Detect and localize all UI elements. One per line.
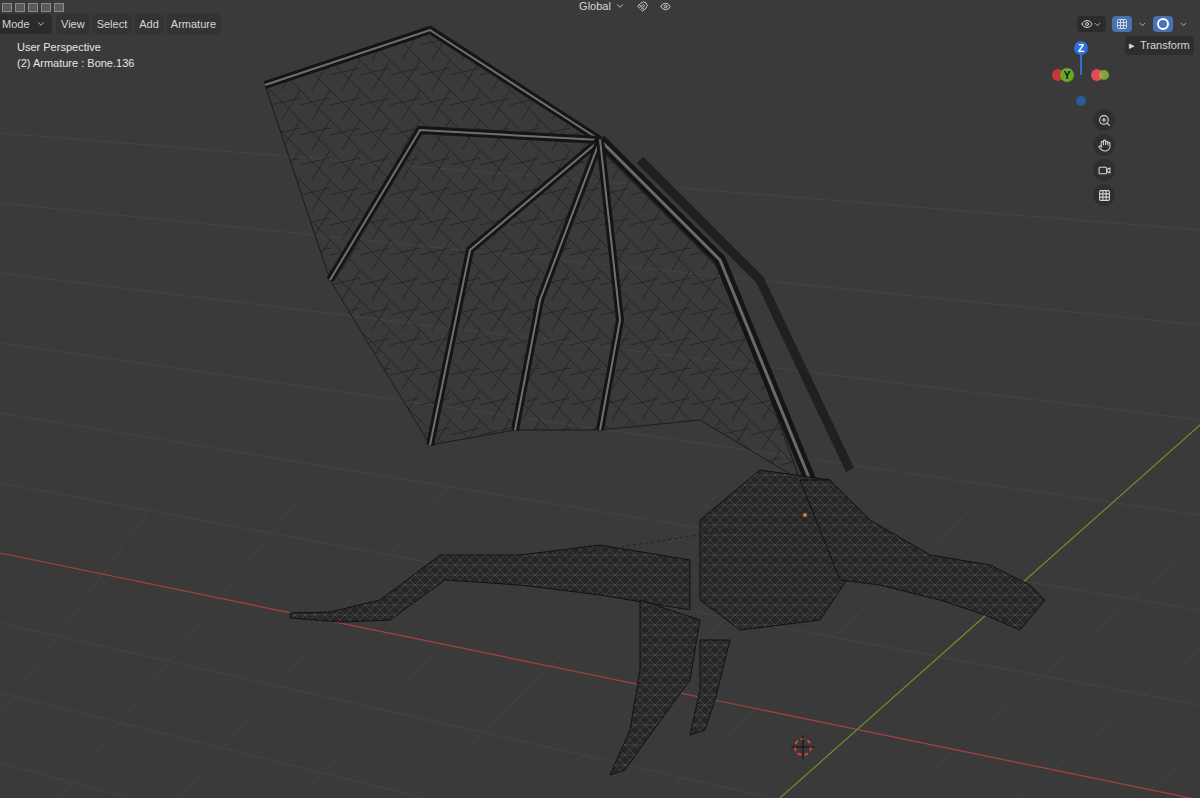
viewport-scene[interactable] xyxy=(0,0,1200,798)
camera-icon xyxy=(1098,164,1111,177)
snap-icon[interactable] xyxy=(637,1,648,12)
ortho-button[interactable] xyxy=(1093,184,1115,206)
menu-item[interactable]: Select xyxy=(92,14,133,35)
menu-bar: ModeViewSelectAddArmature xyxy=(0,14,1200,34)
eye-icon xyxy=(1081,18,1093,30)
proportional-icon[interactable] xyxy=(660,1,671,12)
viewport-info: User Perspective (2) Armature : Bone.136 xyxy=(17,40,134,70)
menu-item[interactable]: View xyxy=(56,14,90,35)
navigation-buttons xyxy=(1093,109,1115,206)
select-mode-icon[interactable] xyxy=(15,3,25,12)
camera-button[interactable] xyxy=(1093,159,1115,181)
grid-icon xyxy=(1098,189,1111,202)
3d-cursor-icon[interactable] xyxy=(791,735,815,759)
select-mode-icon[interactable] xyxy=(28,3,38,12)
menu-item[interactable]: Add xyxy=(134,14,164,35)
chevron-icon[interactable] xyxy=(1138,20,1147,29)
hand-icon xyxy=(1098,139,1111,152)
chevron-icon xyxy=(1093,20,1102,29)
menu-item[interactable]: Armature xyxy=(166,14,221,35)
zoom-icon xyxy=(1098,114,1111,127)
blender-window: Global ModeViewSelectAddArmature User Pers… xyxy=(0,0,1200,798)
gizmo-icon xyxy=(1116,18,1128,30)
select-mode-icon[interactable] xyxy=(2,3,12,12)
viewport-info-line: User Perspective xyxy=(17,40,134,54)
visibility-button[interactable] xyxy=(1077,16,1106,32)
orientation-dropdown[interactable]: Global xyxy=(579,0,625,12)
svg-text:Y: Y xyxy=(1064,70,1071,81)
sidebar-tab[interactable]: ▸Transform xyxy=(1125,36,1194,55)
header: Global ModeViewSelectAddArmature xyxy=(0,0,1200,34)
select-mode-icon[interactable] xyxy=(41,3,51,12)
viewport-info-line: (2) Armature : Bone.136 xyxy=(17,56,134,70)
pan-button[interactable] xyxy=(1093,134,1115,156)
select-mode-icon[interactable] xyxy=(54,3,64,12)
dragon-mesh[interactable] xyxy=(265,30,1045,775)
mode-dropdown[interactable]: Mode xyxy=(0,14,52,35)
tool-header: Global xyxy=(0,0,1200,12)
chevron-icon xyxy=(615,1,625,11)
chevron-icon[interactable] xyxy=(1179,20,1188,29)
chevron-icon xyxy=(36,19,46,29)
gizmo-toggle[interactable] xyxy=(1112,16,1132,32)
zoom-button[interactable] xyxy=(1093,109,1115,131)
overlay-toggle[interactable] xyxy=(1153,16,1173,32)
navigation-gizmo[interactable]: ZY xyxy=(1045,36,1115,111)
svg-text:Z: Z xyxy=(1078,43,1084,54)
